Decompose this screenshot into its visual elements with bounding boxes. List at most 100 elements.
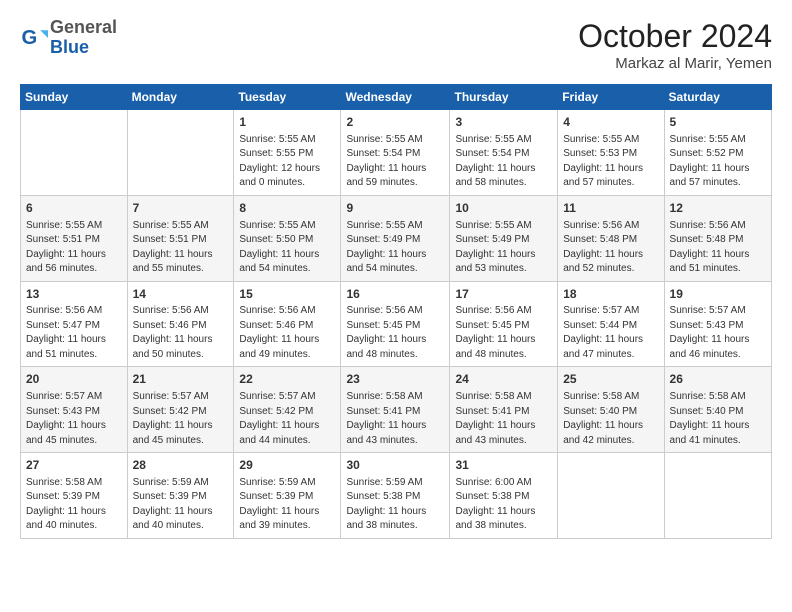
- day-number: 13: [26, 286, 122, 303]
- calendar-cell: [21, 110, 128, 196]
- day-number: 12: [670, 200, 766, 217]
- calendar-week-row: 1 Sunrise: 5:55 AM Sunset: 5:55 PM Daylig…: [21, 110, 772, 196]
- day-info: Sunrise: 5:56 AM Sunset: 5:48 PM Dayligh…: [670, 219, 766, 277]
- calendar-cell: 4 Sunrise: 5:55 AM Sunset: 5:53 PM Daylig…: [558, 110, 664, 196]
- calendar-cell: 9 Sunrise: 5:55 AM Sunset: 5:49 PM Daylig…: [341, 195, 450, 281]
- day-of-week-header: Monday: [127, 85, 234, 110]
- calendar-cell: 24 Sunrise: 5:58 AM Sunset: 5:41 PM Dayli…: [450, 367, 558, 453]
- day-of-week-header: Sunday: [21, 85, 128, 110]
- day-info: Sunrise: 6:00 AM Sunset: 5:38 PM Dayligh…: [455, 476, 552, 534]
- day-info: Sunrise: 5:55 AM Sunset: 5:49 PM Dayligh…: [455, 219, 552, 277]
- title-block: October 2024 Markaz al Marir, Yemen: [578, 18, 772, 72]
- header: G General Blue October 2024 Markaz al Ma…: [20, 18, 772, 72]
- day-number: 26: [670, 371, 766, 388]
- day-info: Sunrise: 5:57 AM Sunset: 5:42 PM Dayligh…: [239, 390, 335, 448]
- day-info: Sunrise: 5:58 AM Sunset: 5:40 PM Dayligh…: [670, 390, 766, 448]
- day-info: Sunrise: 5:55 AM Sunset: 5:51 PM Dayligh…: [26, 219, 122, 277]
- calendar-cell: 27Sunrise: 5:58 AM Sunset: 5:39 PM Dayli…: [21, 453, 128, 539]
- calendar-cell: 11 Sunrise: 5:56 AM Sunset: 5:48 PM Dayli…: [558, 195, 664, 281]
- day-info: Sunrise: 5:55 AM Sunset: 5:49 PM Dayligh…: [346, 219, 444, 277]
- page: G General Blue October 2024 Markaz al Ma…: [0, 0, 792, 549]
- calendar-cell: 13Sunrise: 5:56 AM Sunset: 5:47 PM Dayli…: [21, 281, 128, 367]
- day-info: Sunrise: 5:56 AM Sunset: 5:48 PM Dayligh…: [563, 219, 658, 277]
- logo-icon: G: [20, 24, 48, 52]
- day-info: Sunrise: 5:58 AM Sunset: 5:40 PM Dayligh…: [563, 390, 658, 448]
- calendar-cell: [127, 110, 234, 196]
- calendar-cell: 28Sunrise: 5:59 AM Sunset: 5:39 PM Dayli…: [127, 453, 234, 539]
- day-info: Sunrise: 5:55 AM Sunset: 5:52 PM Dayligh…: [670, 133, 766, 191]
- day-info: Sunrise: 5:57 AM Sunset: 5:44 PM Dayligh…: [563, 304, 658, 362]
- day-info: Sunrise: 5:56 AM Sunset: 5:46 PM Dayligh…: [239, 304, 335, 362]
- day-info: Sunrise: 5:59 AM Sunset: 5:38 PM Dayligh…: [346, 476, 444, 534]
- day-number: 2: [346, 114, 444, 131]
- calendar-cell: 21 Sunrise: 5:57 AM Sunset: 5:42 PM Dayli…: [127, 367, 234, 453]
- day-number: 20: [26, 371, 122, 388]
- day-number: 17: [455, 286, 552, 303]
- day-info: Sunrise: 5:58 AM Sunset: 5:41 PM Dayligh…: [455, 390, 552, 448]
- day-info: Sunrise: 5:55 AM Sunset: 5:50 PM Dayligh…: [239, 219, 335, 277]
- calendar-cell: 12 Sunrise: 5:56 AM Sunset: 5:48 PM Dayli…: [664, 195, 771, 281]
- day-number: 5: [670, 114, 766, 131]
- calendar-cell: 15Sunrise: 5:56 AM Sunset: 5:46 PM Dayli…: [234, 281, 341, 367]
- calendar-cell: 10 Sunrise: 5:55 AM Sunset: 5:49 PM Dayli…: [450, 195, 558, 281]
- calendar-week-row: 13Sunrise: 5:56 AM Sunset: 5:47 PM Dayli…: [21, 281, 772, 367]
- day-info: Sunrise: 5:55 AM Sunset: 5:54 PM Dayligh…: [346, 133, 444, 191]
- day-info: Sunrise: 5:57 AM Sunset: 5:43 PM Dayligh…: [670, 304, 766, 362]
- calendar-cell: 6 Sunrise: 5:55 AM Sunset: 5:51 PM Daylig…: [21, 195, 128, 281]
- calendar-cell: 3 Sunrise: 5:55 AM Sunset: 5:54 PM Daylig…: [450, 110, 558, 196]
- day-number: 22: [239, 371, 335, 388]
- day-of-week-header: Thursday: [450, 85, 558, 110]
- day-info: Sunrise: 5:55 AM Sunset: 5:53 PM Dayligh…: [563, 133, 658, 191]
- day-number: 15: [239, 286, 335, 303]
- day-number: 31: [455, 457, 552, 474]
- day-number: 28: [133, 457, 229, 474]
- day-number: 9: [346, 200, 444, 217]
- day-info: Sunrise: 5:57 AM Sunset: 5:42 PM Dayligh…: [133, 390, 229, 448]
- svg-text:G: G: [22, 27, 38, 49]
- day-info: Sunrise: 5:56 AM Sunset: 5:46 PM Dayligh…: [133, 304, 229, 362]
- day-number: 4: [563, 114, 658, 131]
- calendar: SundayMondayTuesdayWednesdayThursdayFrid…: [20, 84, 772, 539]
- logo-text: General Blue: [50, 18, 117, 58]
- calendar-cell: 7 Sunrise: 5:55 AM Sunset: 5:51 PM Daylig…: [127, 195, 234, 281]
- calendar-cell: 8Sunrise: 5:55 AM Sunset: 5:50 PM Daylig…: [234, 195, 341, 281]
- day-number: 7: [133, 200, 229, 217]
- day-number: 3: [455, 114, 552, 131]
- calendar-cell: 5 Sunrise: 5:55 AM Sunset: 5:52 PM Daylig…: [664, 110, 771, 196]
- day-info: Sunrise: 5:56 AM Sunset: 5:45 PM Dayligh…: [346, 304, 444, 362]
- calendar-header-row: SundayMondayTuesdayWednesdayThursdayFrid…: [21, 85, 772, 110]
- day-number: 11: [563, 200, 658, 217]
- day-of-week-header: Wednesday: [341, 85, 450, 110]
- calendar-cell: 22 Sunrise: 5:57 AM Sunset: 5:42 PM Dayli…: [234, 367, 341, 453]
- day-info: Sunrise: 5:55 AM Sunset: 5:51 PM Dayligh…: [133, 219, 229, 277]
- day-number: 29: [239, 457, 335, 474]
- calendar-cell: 17Sunrise: 5:56 AM Sunset: 5:45 PM Dayli…: [450, 281, 558, 367]
- calendar-cell: 20Sunrise: 5:57 AM Sunset: 5:43 PM Dayli…: [21, 367, 128, 453]
- day-number: 25: [563, 371, 658, 388]
- day-number: 24: [455, 371, 552, 388]
- day-of-week-header: Tuesday: [234, 85, 341, 110]
- day-number: 1: [239, 114, 335, 131]
- day-info: Sunrise: 5:56 AM Sunset: 5:45 PM Dayligh…: [455, 304, 552, 362]
- calendar-cell: 18Sunrise: 5:57 AM Sunset: 5:44 PM Dayli…: [558, 281, 664, 367]
- day-info: Sunrise: 5:58 AM Sunset: 5:41 PM Dayligh…: [346, 390, 444, 448]
- day-info: Sunrise: 5:55 AM Sunset: 5:55 PM Dayligh…: [239, 133, 335, 191]
- day-info: Sunrise: 5:56 AM Sunset: 5:47 PM Dayligh…: [26, 304, 122, 362]
- day-info: Sunrise: 5:59 AM Sunset: 5:39 PM Dayligh…: [239, 476, 335, 534]
- calendar-cell: 2 Sunrise: 5:55 AM Sunset: 5:54 PM Daylig…: [341, 110, 450, 196]
- day-number: 21: [133, 371, 229, 388]
- day-of-week-header: Saturday: [664, 85, 771, 110]
- logo: G General Blue: [20, 18, 117, 58]
- day-number: 16: [346, 286, 444, 303]
- day-of-week-header: Friday: [558, 85, 664, 110]
- day-number: 14: [133, 286, 229, 303]
- day-number: 6: [26, 200, 122, 217]
- logo-general: General: [50, 17, 117, 37]
- month-title: October 2024: [578, 18, 772, 55]
- calendar-cell: [558, 453, 664, 539]
- day-info: Sunrise: 5:55 AM Sunset: 5:54 PM Dayligh…: [455, 133, 552, 191]
- day-number: 23: [346, 371, 444, 388]
- logo-blue: Blue: [50, 37, 89, 57]
- calendar-week-row: 20Sunrise: 5:57 AM Sunset: 5:43 PM Dayli…: [21, 367, 772, 453]
- day-number: 10: [455, 200, 552, 217]
